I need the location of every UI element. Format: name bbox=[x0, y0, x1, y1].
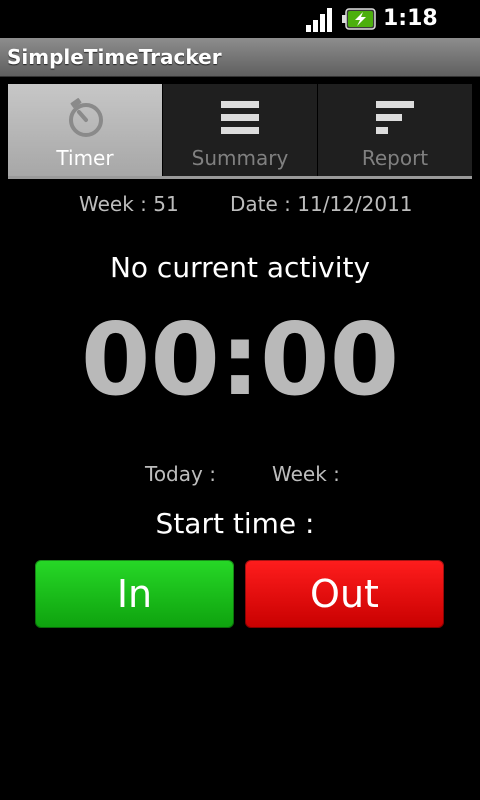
bar-chart-icon bbox=[376, 101, 414, 134]
app-title: SimpleTimeTracker bbox=[7, 45, 222, 69]
tab-summary[interactable]: Summary bbox=[163, 84, 318, 176]
tab-summary-label: Summary bbox=[191, 146, 289, 170]
today-total-label: Today : bbox=[145, 462, 216, 486]
list-icon bbox=[221, 101, 259, 134]
week-number: Week : 51 bbox=[79, 192, 179, 216]
tab-bar: Timer Summary Report bbox=[8, 84, 472, 176]
tab-underline bbox=[8, 176, 472, 179]
status-bar: 1:18 PM bbox=[0, 0, 480, 61]
out-button[interactable]: Out bbox=[245, 560, 444, 628]
tab-report-label: Report bbox=[361, 146, 429, 170]
in-button[interactable]: In bbox=[35, 560, 234, 628]
stopwatch-icon bbox=[69, 98, 103, 137]
title-bar: SimpleTimeTracker bbox=[0, 38, 480, 77]
current-date: Date : 11/12/2011 bbox=[230, 192, 413, 216]
start-time-label: Start time : bbox=[155, 507, 315, 540]
timer-display: 00:00 bbox=[80, 301, 400, 418]
activity-status: No current activity bbox=[109, 251, 371, 284]
signal-icon bbox=[306, 8, 332, 32]
battery-charging-icon bbox=[342, 8, 376, 30]
tab-timer-label: Timer bbox=[56, 146, 114, 170]
tab-timer[interactable]: Timer bbox=[8, 84, 163, 176]
week-total-label: Week : bbox=[272, 462, 340, 486]
tab-report[interactable]: Report bbox=[318, 84, 472, 176]
